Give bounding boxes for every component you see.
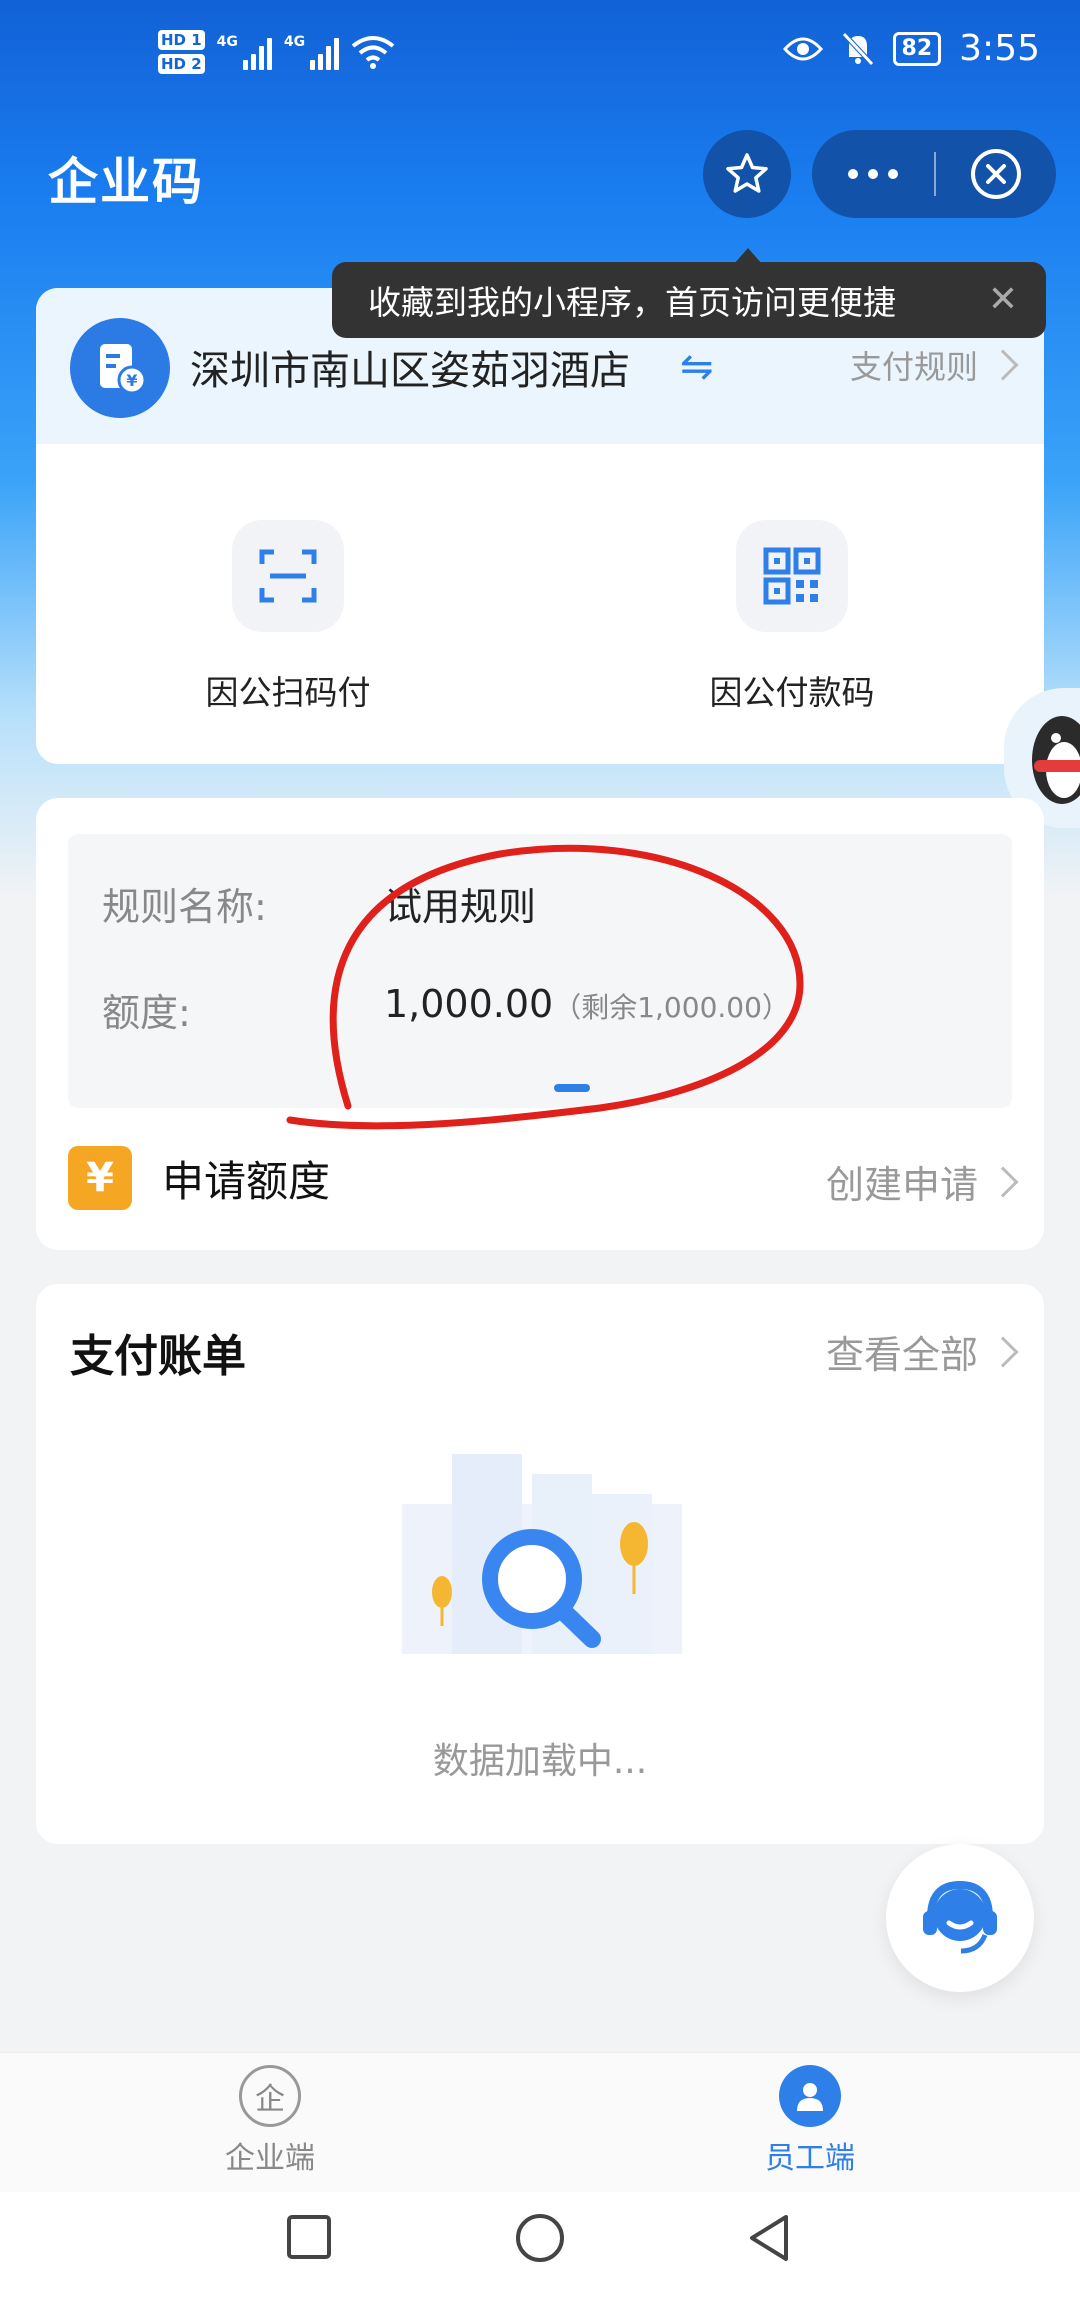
hd1-badge: HD 1 <box>158 30 205 50</box>
favorite-tooltip: 收藏到我的小程序，首页访问更便捷 ✕ <box>332 262 1046 338</box>
scan-icon <box>232 520 344 632</box>
hd-indicator: HD 1 HD 2 <box>158 30 205 74</box>
star-icon <box>726 153 768 193</box>
signal-icon: 4G <box>217 34 272 70</box>
mini-program-capsule <box>812 130 1056 218</box>
pay-code-action[interactable]: 因公付款码 <box>642 520 942 714</box>
back-icon[interactable] <box>744 2212 794 2264</box>
pay-rules-label: 支付规则 <box>849 348 978 386</box>
pay-rules-link[interactable]: 支付规则 <box>849 342 1019 388</box>
tab-enterprise-label: 企业端 <box>225 2141 315 2176</box>
create-application-link[interactable]: 创建申请 <box>825 1154 1019 1209</box>
recent-apps-icon[interactable] <box>284 2212 334 2262</box>
wifi-icon <box>351 36 395 69</box>
tooltip-text: 收藏到我的小程序，首页访问更便捷 <box>368 283 896 322</box>
qr-code-icon <box>736 520 848 632</box>
signal-icon-2: 4G <box>284 34 340 70</box>
clock: 3:55 <box>959 28 1040 69</box>
scan-pay-label: 因公扫码付 <box>205 673 371 712</box>
hd2-badge: HD 2 <box>158 54 205 74</box>
system-navigation-bar <box>0 2192 1080 2310</box>
headset-icon <box>923 1880 997 1954</box>
company-name: 深圳市南山区姿茹羽酒店 <box>190 348 630 394</box>
apply-quota-icon: ¥ <box>68 1146 132 1210</box>
tooltip-close-icon[interactable]: ✕ <box>988 280 1018 320</box>
apply-quota-label: 申请额度 <box>162 1157 331 1206</box>
rule-name-key: 规则名称: <box>102 885 267 929</box>
switch-company-icon[interactable]: ⇋ <box>680 344 714 390</box>
status-bar: HD 1 HD 2 4G 4G 82 3:55 <box>0 0 1080 100</box>
tab-enterprise[interactable]: 企 企业端 <box>170 2065 370 2177</box>
bottom-tab-bar: 企 企业端 员工端 <box>0 2052 1080 2192</box>
chevron-right-icon <box>987 1335 1019 1368</box>
more-icon <box>848 169 858 179</box>
svg-text:¥: ¥ <box>126 371 137 390</box>
eye-icon <box>782 37 823 60</box>
rule-quota-key: 额度: <box>102 991 191 1035</box>
mute-bell-icon <box>841 31 874 66</box>
tab-employee[interactable]: 员工端 <box>710 2065 910 2177</box>
favorite-button[interactable] <box>703 130 791 218</box>
company-logo-icon: ¥ <box>70 318 170 418</box>
scan-pay-action[interactable]: 因公扫码付 <box>138 520 438 714</box>
empty-search-illustration <box>402 1454 682 1654</box>
close-mini-program-button[interactable] <box>936 146 1056 202</box>
company-card: ¥ 深圳市南山区姿茹羽酒店 ⇋ 支付规则 因公扫码付 因公付款码 <box>36 288 1044 764</box>
tab-employee-label: 员工端 <box>765 2141 855 2176</box>
employee-icon <box>779 2065 841 2127</box>
customer-service-button[interactable] <box>886 1844 1034 1992</box>
create-application-label: 创建申请 <box>825 1163 978 1207</box>
more-button[interactable] <box>812 169 934 179</box>
annotation-circle <box>286 844 804 1130</box>
chevron-right-icon <box>987 349 1019 381</box>
chevron-right-icon <box>987 1165 1019 1198</box>
view-all-link[interactable]: 查看全部 <box>825 1324 1019 1379</box>
bills-title: 支付账单 <box>70 1331 246 1382</box>
home-icon[interactable] <box>514 2212 566 2264</box>
enterprise-icon: 企 <box>239 2065 301 2127</box>
battery-indicator: 82 <box>892 31 942 66</box>
loading-text: 数据加载中... <box>432 1741 648 1782</box>
view-all-label: 查看全部 <box>825 1333 978 1377</box>
payment-bills-card: 支付账单 查看全部 数据加载中... <box>36 1284 1044 1844</box>
pay-code-label: 因公付款码 <box>709 673 875 712</box>
page-title: 企业码 <box>48 153 204 211</box>
close-circle-icon <box>971 149 1021 199</box>
